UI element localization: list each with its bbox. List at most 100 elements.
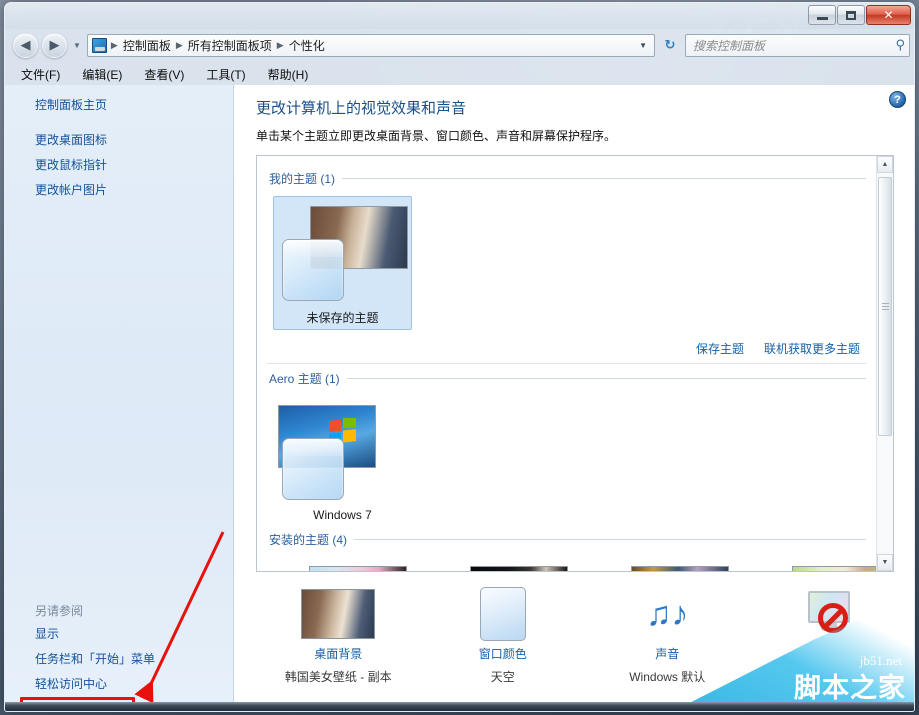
theme-wallpaper-preview	[309, 566, 407, 571]
desktop-background-icon	[301, 586, 376, 642]
breadcrumb-item-1[interactable]: 所有控制面板项	[185, 37, 275, 54]
quick-setting-value: 韩国美女壁纸 - 副本	[284, 670, 392, 684]
theme-item-installed-4[interactable]	[756, 557, 876, 571]
control-panel-window: ✕ ◀ ▶ ▼ ▶ 控制面板 ▶ 所有控制面板项 ▶ 个性化 ▼ ↻ 搜索控制面…	[4, 2, 915, 712]
theme-item-installed-2[interactable]	[434, 557, 572, 571]
refresh-button[interactable]: ↻	[659, 34, 681, 57]
minimize-button[interactable]	[808, 5, 836, 25]
theme-thumbnail	[277, 400, 408, 503]
theme-item-unsaved[interactable]: 未保存的主题	[273, 196, 412, 330]
breadcrumb-separator-1: ▶	[175, 39, 183, 50]
sidebar-item-ease-of-access-center[interactable]: 轻松访问中心	[5, 672, 233, 697]
quick-setting-label[interactable]: 声音	[655, 645, 679, 662]
theme-item-installed-3[interactable]	[595, 557, 733, 571]
address-dropdown-icon[interactable]: ▼	[634, 41, 652, 50]
menu-tools[interactable]: 工具(T)	[204, 65, 247, 84]
scroll-up-arrow[interactable]: ▲	[877, 156, 893, 173]
divider-line	[342, 178, 866, 179]
sound-icon: ♫♪	[646, 595, 689, 633]
theme-label: 未保存的主题	[306, 311, 379, 325]
breadcrumb-item-2[interactable]: 个性化	[286, 37, 328, 54]
group-label: 安装的主题 (4)	[269, 533, 348, 547]
screen: itsCN ✕ ◀ ▶ ▼ ▶ 控制面板 ▶ 所有控制面板项 ▶ 个性化 ▼	[0, 0, 919, 715]
theme-row-installed	[267, 557, 876, 571]
quick-setting-screen-saver[interactable]	[750, 586, 915, 711]
theme-item-installed-1[interactable]	[273, 557, 411, 571]
scrollbar-thumb[interactable]	[878, 177, 892, 437]
menu-view[interactable]: 查看(V)	[142, 65, 186, 84]
main-header: 更改计算机上的视觉效果和声音 单击某个主题立即更改桌面背景、窗口颜色、声音和屏幕…	[234, 85, 914, 155]
see-also-section: 另请参阅 显示 任务栏和「开始」菜单 轻松访问中心	[5, 599, 233, 697]
theme-action-links: 保存主题 联机获取更多主题	[267, 330, 866, 364]
breadcrumb-separator-2: ▶	[276, 39, 284, 50]
sidebar: 控制面板主页 更改桌面图标 更改鼠标指针 更改帐户图片 另请参阅 显示 任务栏和…	[5, 85, 234, 711]
theme-list-scroll-area: 我的主题 (1) 未保存的主题 保存主题 联机获取更多主题 Aero 主题 (1…	[257, 156, 876, 571]
back-button[interactable]: ◀	[13, 32, 38, 58]
group-heading-my-themes: 我的主题 (1)	[269, 170, 866, 187]
address-bar[interactable]: ▶ 控制面板 ▶ 所有控制面板项 ▶ 个性化 ▼	[86, 33, 655, 57]
maximize-button[interactable]	[837, 5, 865, 25]
search-icon: ⚲	[895, 37, 905, 52]
window-body: 控制面板主页 更改桌面图标 更改鼠标指针 更改帐户图片 另请参阅 显示 任务栏和…	[5, 85, 914, 711]
window-controls: ✕	[808, 5, 911, 25]
theme-thumbnail	[438, 561, 568, 571]
help-icon[interactable]: ?	[889, 91, 906, 108]
quick-setting-label[interactable]: 窗口颜色	[479, 645, 527, 662]
theme-wallpaper-preview	[470, 566, 568, 571]
forward-button[interactable]: ▶	[42, 32, 67, 58]
sidebar-item-display[interactable]: 显示	[27, 622, 140, 647]
title-bar: ✕	[5, 3, 914, 29]
theme-thumbnail	[599, 561, 729, 571]
see-also-heading: 另请参阅	[35, 604, 84, 618]
theme-row-my-themes: 未保存的主题	[267, 196, 866, 330]
quick-setting-sound[interactable]: ♫♪ 声音 Windows 默认	[585, 586, 750, 711]
group-heading-aero-themes: Aero 主题 (1)	[269, 370, 866, 387]
navigation-bar: ◀ ▶ ▼ ▶ 控制面板 ▶ 所有控制面板项 ▶ 个性化 ▼ ↻ 搜索控制面板 …	[5, 29, 914, 63]
sidebar-item-taskbar-and-start-menu[interactable]: 任务栏和「开始」菜单	[5, 647, 233, 672]
window-color-icon	[479, 586, 526, 642]
main-content: ? 更改计算机上的视觉效果和声音 单击某个主题立即更改桌面背景、窗口颜色、声音和…	[234, 85, 914, 711]
history-dropdown-icon[interactable]: ▼	[71, 41, 83, 50]
group-label: Aero 主题 (1)	[269, 372, 340, 386]
quick-setting-desktop-background[interactable]: 桌面背景 韩国美女壁纸 - 副本	[256, 586, 421, 711]
page-title: 更改计算机上的视觉效果和声音	[256, 100, 467, 117]
group-label: 我的主题 (1)	[269, 172, 336, 186]
divider-line	[354, 539, 866, 540]
theme-window-preview	[281, 239, 344, 301]
save-theme-link[interactable]: 保存主题	[696, 340, 744, 357]
search-input[interactable]: 搜索控制面板 ⚲	[685, 33, 910, 57]
search-placeholder: 搜索控制面板	[693, 38, 766, 53]
get-more-themes-online-link[interactable]: 联机获取更多主题	[764, 340, 860, 357]
menu-help[interactable]: 帮助(H)	[266, 65, 311, 84]
theme-thumbnail	[277, 561, 407, 571]
quick-setting-window-color[interactable]: 窗口颜色 天空	[421, 586, 586, 711]
theme-wallpaper-preview	[792, 566, 876, 571]
theme-thumbnail	[760, 561, 876, 571]
close-button[interactable]: ✕	[866, 5, 911, 25]
page-subtitle: 单击某个主题立即更改桌面背景、窗口颜色、声音和屏幕保护程序。	[256, 129, 617, 143]
theme-thumbnail	[278, 201, 408, 304]
scroll-down-arrow[interactable]: ▼	[877, 554, 893, 571]
screen-saver-icon	[804, 586, 860, 642]
theme-list-pane: 我的主题 (1) 未保存的主题 保存主题 联机获取更多主题 Aero 主题 (1…	[256, 155, 894, 572]
vertical-scrollbar[interactable]: ▲ ▼	[876, 156, 893, 571]
quick-settings-row: 桌面背景 韩国美女壁纸 - 副本 窗口颜色 天空 ♫♪ 声音 Windows 默…	[234, 572, 914, 711]
scrollbar-track[interactable]	[877, 173, 893, 554]
sidebar-item-change-desktop-icons[interactable]: 更改桌面图标	[5, 128, 233, 153]
menu-bar: 文件(F) 编辑(E) 查看(V) 工具(T) 帮助(H)	[5, 63, 914, 85]
menu-edit[interactable]: 编辑(E)	[80, 65, 124, 84]
quick-setting-value: 天空	[490, 670, 515, 684]
theme-item-windows7[interactable]: Windows 7	[273, 396, 412, 525]
sidebar-item-change-account-picture[interactable]: 更改帐户图片	[5, 178, 233, 203]
menu-file[interactable]: 文件(F)	[19, 65, 62, 84]
breadcrumb-item-0[interactable]: 控制面板	[120, 37, 174, 54]
group-heading-installed-themes: 安装的主题 (4)	[269, 531, 866, 548]
sidebar-item-change-mouse-pointers[interactable]: 更改鼠标指针	[5, 153, 233, 178]
theme-wallpaper-preview	[631, 566, 729, 571]
divider-line	[346, 378, 866, 379]
quick-setting-label[interactable]: 桌面背景	[314, 645, 362, 662]
breadcrumb-separator-0: ▶	[110, 39, 118, 50]
theme-window-preview	[281, 438, 344, 500]
sidebar-item-control-panel-home[interactable]: 控制面板主页	[5, 93, 233, 118]
control-panel-icon	[91, 37, 107, 53]
